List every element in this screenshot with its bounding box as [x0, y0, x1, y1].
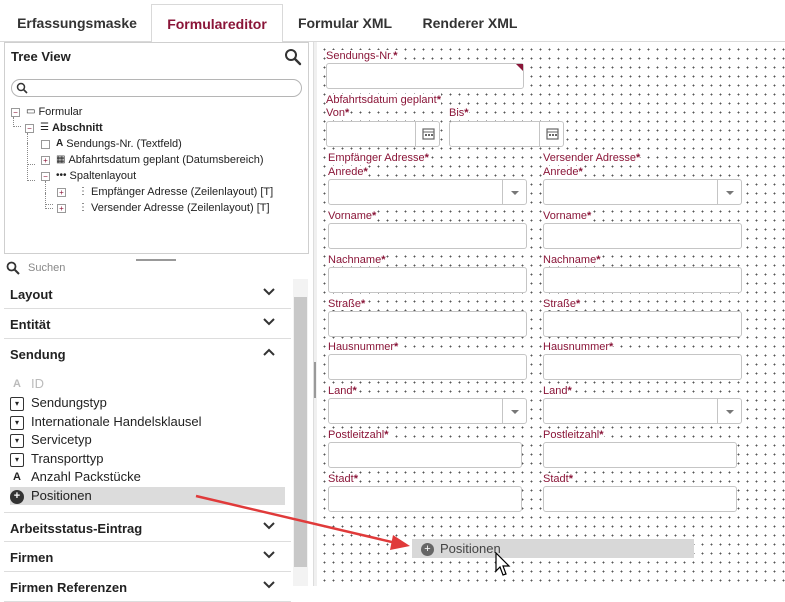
annotation-arrow [195, 494, 410, 550]
cursor-icon [495, 552, 511, 576]
